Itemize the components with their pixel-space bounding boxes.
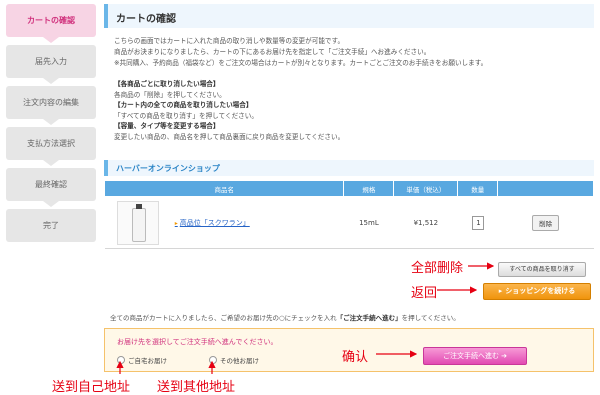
header-action: [497, 180, 594, 197]
product-spec: 15mL: [343, 196, 394, 249]
product-thumbnail[interactable]: [116, 200, 159, 245]
header-spec: 規格: [343, 180, 395, 197]
qty-cell: 1: [457, 196, 498, 249]
intro-line: こちらの画面ではカートに入れた商品の取り消しや数量等の変更が可能です。: [114, 37, 345, 45]
step-label: 支払方法選択: [27, 139, 75, 148]
step-payment: 支払方法選択: [6, 127, 96, 166]
cart-icon: ▸: [498, 287, 503, 295]
checkout-button[interactable]: ご注文手続へ進む ➔: [423, 347, 527, 365]
header-qty: 数量: [457, 180, 499, 197]
radio-circle-icon[interactable]: [209, 356, 217, 364]
header-price: 単価（税込）: [393, 180, 459, 197]
radio-other-delivery[interactable]: その他お届け: [209, 355, 259, 365]
step-label: カートの確認: [27, 16, 75, 25]
note-text: 変更したい商品の、商品名を押して商品裏面に戻り商品を変更してください。: [114, 132, 345, 141]
arrow-right-icon: ▸: [174, 219, 178, 227]
note-heading: 【容量、タイプ等を変更する場合】: [114, 122, 220, 130]
table-header-row: 商品名 規格 単価（税込） 数量: [103, 180, 594, 197]
radio-label: ご自宅お届け: [128, 357, 167, 365]
radio-circle-icon[interactable]: [117, 356, 125, 364]
note-text: 各商品の「削除」を押してください。: [114, 90, 226, 99]
note-heading: 【カート内の全ての商品を取り消したい場合】: [114, 101, 253, 109]
step-label: 届先入力: [35, 57, 67, 66]
instruction-text: を押してください。: [401, 314, 460, 322]
radio-label: その他お届け: [220, 357, 259, 365]
quantity-input[interactable]: 1: [471, 215, 484, 230]
note-heading: 【各商品ごとに取り消したい場合】: [114, 80, 220, 88]
main-content: カートの確認 こちらの画面ではカートに入れた商品の取り消しや数量等の変更が可能で…: [103, 4, 594, 372]
delete-button[interactable]: 削除: [532, 214, 560, 231]
step-delivery: 届先入力: [6, 45, 96, 84]
step-edit: 注文内容の編集: [6, 86, 96, 125]
remove-all-button[interactable]: すべての商品を取り消す: [498, 262, 586, 277]
step-label: 注文内容の編集: [23, 98, 79, 107]
annotation-confirm: 确认: [342, 350, 369, 365]
intro-line: ※共同購入、予約商品（福袋など）をご注文の場合はカートが別々となります。カートご…: [114, 59, 488, 67]
radio-home-delivery[interactable]: ご自宅お届け: [117, 355, 167, 365]
annotation-back: 返回: [411, 286, 438, 301]
step-cart: カートの確認: [6, 4, 96, 43]
step-confirm: 最終確認: [6, 168, 96, 207]
intro-line: 商品がお決まりになりましたら、カートの下にあるお届け先を指定して「ご注文手続」へ…: [114, 48, 431, 56]
product-name: 高品位「スクワラン」: [179, 218, 250, 227]
header-product: 商品名: [103, 180, 345, 197]
cart-table: 商品名 規格 単価（税込） 数量 ▸ 高品位「スクワラン」 15mL ¥1,512…: [103, 180, 594, 249]
continue-shopping-button[interactable]: ▸ ショッピングを続ける: [483, 283, 591, 300]
action-cell: 削除: [497, 196, 594, 249]
note-text: 「すべての商品を取り消す」を押してください。: [114, 111, 258, 120]
address-instruction: 全ての商品がカートに入りましたら、ご希望のお届け先の○にチェックを入れ「ご注文手…: [110, 312, 596, 322]
address-box-title: お届け先を選択してご注文手続へ進んでください。: [117, 338, 278, 346]
step-complete: 完了: [6, 209, 96, 242]
page-title: カートの確認: [104, 4, 594, 28]
annotation-remove-all: 全部删除: [411, 261, 464, 276]
bottle-image: [131, 203, 146, 242]
table-row: ▸ 高品位「スクワラン」 15mL ¥1,512 1 削除: [104, 196, 594, 249]
continue-shopping-label: ショッピングを続ける: [505, 287, 576, 295]
step-label: 完了: [43, 221, 59, 230]
annotation-other-address: 送到其他地址: [157, 380, 236, 395]
help-notes: 【各商品ごとに取り消したい場合】 各商品の「削除」を押してください。 【カート内…: [104, 79, 594, 142]
checkout-steps: カートの確認 届先入力 注文内容の編集 支払方法選択 最終確認 完了: [6, 4, 96, 250]
product-cell: ▸ 高品位「スクワラン」: [104, 196, 344, 249]
instruction-emphasis: 「ご注文手続へ進む」: [336, 314, 402, 322]
step-label: 最終確認: [35, 180, 67, 189]
shop-title: ハーバーオンラインショップ: [104, 160, 594, 176]
product-price: ¥1,512: [393, 196, 458, 249]
intro-text: こちらの画面ではカートに入れた商品の取り消しや数量等の変更が可能です。 商品がお…: [104, 36, 594, 69]
product-name-link[interactable]: ▸ 高品位「スクワラン」: [175, 218, 250, 228]
instruction-text: 全ての商品がカートに入りましたら、ご希望のお届け先の○にチェックを入れ: [110, 314, 337, 322]
annotation-self-address: 送到自己地址: [52, 380, 131, 395]
